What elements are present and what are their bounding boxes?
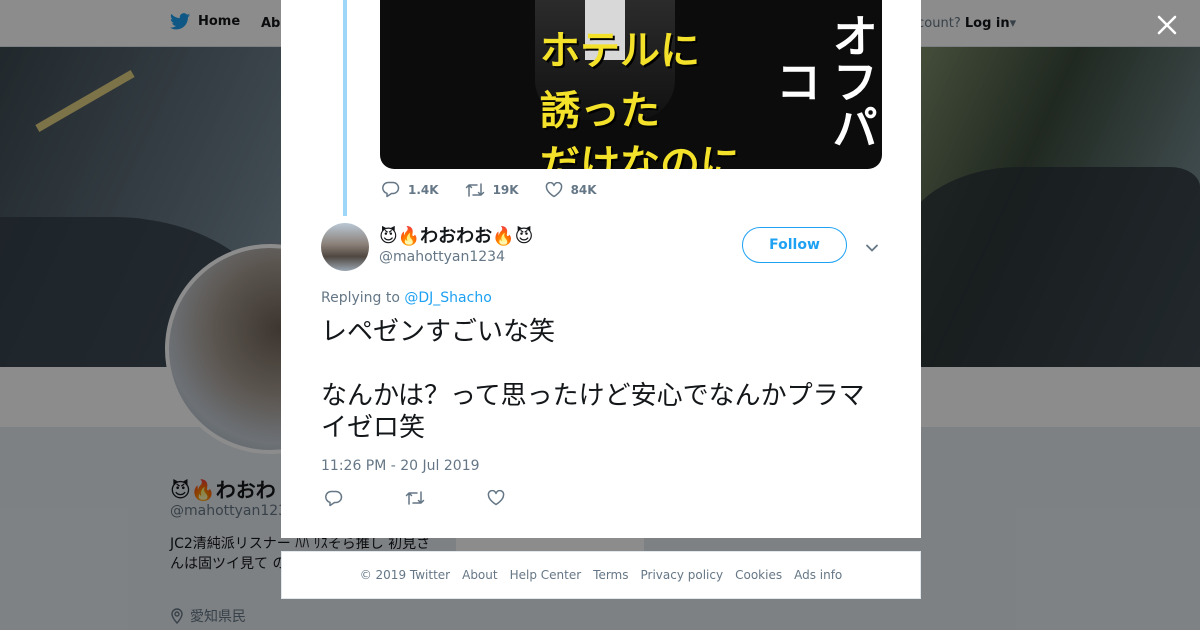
tweet-text-line1: レペゼンすごいな笑 xyxy=(321,317,556,347)
author-name[interactable]: 😈🔥わおわお🔥😈 xyxy=(379,222,533,248)
retweet-icon xyxy=(465,182,485,198)
like-count: 84K xyxy=(570,182,597,197)
follow-button[interactable]: Follow xyxy=(742,227,847,263)
reply-icon[interactable] xyxy=(325,490,343,507)
replying-to-link[interactable]: @DJ_Shacho xyxy=(404,290,491,306)
tweet-modal: ホテルに 誘った だけなのに オフパコ 1.4K 19K 84K 😈🔥わおわお🔥… xyxy=(281,0,921,538)
replying-to: Replying to @DJ_Shacho xyxy=(321,290,492,306)
retweet-count: 19K xyxy=(492,182,519,197)
like-count-button[interactable]: 84K xyxy=(545,181,597,198)
footer-help-center-link[interactable]: Help Center xyxy=(510,568,582,582)
tweet-text: レペゼンすごいな笑 なんかは？って思ったけど安心でなんかプラマイゼロ笑 xyxy=(321,316,881,444)
chevron-down-icon[interactable] xyxy=(865,238,879,257)
footer-terms-link[interactable]: Terms xyxy=(593,568,628,582)
tweet-timestamp[interactable]: 11:26 PM - 20 Jul 2019 xyxy=(321,458,480,474)
tweet-actions xyxy=(325,490,505,507)
footer-cookies-link[interactable]: Cookies xyxy=(735,568,782,582)
retweet-count-button[interactable]: 19K xyxy=(465,181,519,198)
author-handle[interactable]: @mahottyan1234 xyxy=(379,249,505,265)
media-caption-line2: 誘った xyxy=(540,87,660,134)
tweet-text-line2: なんかは？って思ったけど安心でなんかプラマイゼロ笑 xyxy=(321,381,865,443)
reply-icon xyxy=(382,181,400,198)
footer-links: © 2019 Twitter About Help Center Terms P… xyxy=(281,551,921,599)
heart-icon[interactable] xyxy=(487,490,505,507)
previous-tweet-stats: 1.4K 19K 84K xyxy=(382,181,623,198)
footer-privacy-link[interactable]: Privacy policy xyxy=(641,568,724,582)
reply-count: 1.4K xyxy=(408,182,439,197)
thread-connector-line xyxy=(343,0,347,216)
close-icon[interactable] xyxy=(1154,12,1180,38)
tweet-media-image[interactable]: ホテルに 誘った だけなのに オフパコ xyxy=(380,0,882,169)
heart-icon xyxy=(545,181,563,198)
media-caption-side: オフパコ xyxy=(769,11,879,150)
media-caption-line1: ホテルに xyxy=(540,27,700,74)
reply-count-button[interactable]: 1.4K xyxy=(382,181,439,198)
footer-about-link[interactable]: About xyxy=(462,568,497,582)
media-caption-line3: だけなのに xyxy=(540,141,740,169)
footer-ads-info-link[interactable]: Ads info xyxy=(794,568,842,582)
footer-copyright: © 2019 Twitter xyxy=(359,568,451,582)
replying-prefix: Replying to xyxy=(321,290,400,306)
retweet-icon[interactable] xyxy=(405,490,425,507)
author-avatar[interactable] xyxy=(321,223,369,271)
